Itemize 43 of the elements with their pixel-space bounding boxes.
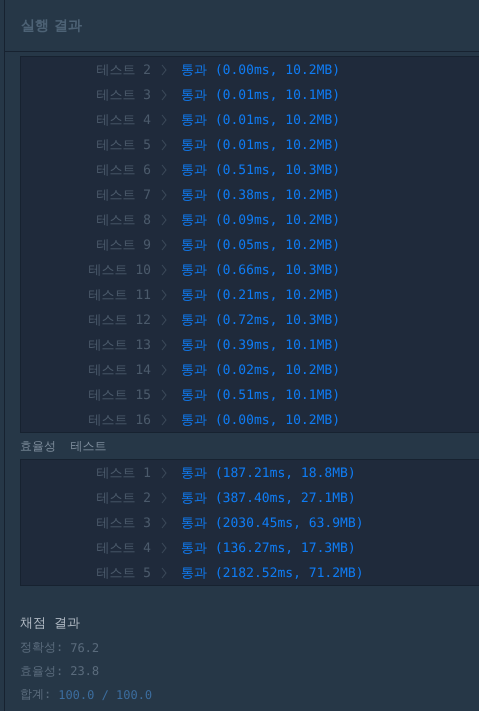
chevron-icon: [161, 138, 167, 150]
test-result: 통과 (0.01ms, 10.2MB): [181, 112, 340, 128]
test-result: 통과 (136.27ms, 17.3MB): [181, 540, 356, 556]
chevron-icon: [161, 88, 167, 100]
chevron-icon: [161, 264, 167, 276]
chevron-icon: [161, 492, 167, 504]
test-result: 통과 (0.00ms, 10.2MB): [181, 412, 340, 428]
test-result: 통과 (0.66ms, 10.3MB): [181, 262, 340, 278]
chevron-icon: [161, 64, 167, 76]
test-result: 통과 (0.39ms, 10.1MB): [181, 336, 340, 354]
chevron-icon: [161, 238, 167, 250]
test-result: 통과 (0.72ms, 10.3MB): [181, 312, 340, 328]
test-result: 통과 (0.51ms, 10.1MB): [181, 386, 340, 404]
test-result: 통과 (0.02ms, 10.2MB): [181, 362, 340, 378]
test-result: 통과 (0.09ms, 10.2MB): [181, 212, 340, 228]
test-result: 통과 (2030.45ms, 63.9MB): [181, 514, 364, 532]
test-result: 통과 (187.21ms, 18.8MB): [181, 464, 356, 482]
grading-title: 채점 결과: [20, 615, 81, 633]
test-result: 통과 (0.00ms, 10.2MB): [181, 62, 340, 78]
section-title: 효율성 테스트: [19, 438, 108, 454]
score-value: 100.0 / 100.0: [58, 688, 152, 702]
chevron-icon: [161, 188, 167, 200]
chevron-icon: [161, 164, 167, 176]
test-result: 통과 (0.38ms, 10.2MB): [181, 186, 340, 204]
test-result: 통과 (2182.52ms, 71.2MB): [181, 564, 364, 582]
chevron-icon: [161, 288, 167, 300]
chevron-icon: [161, 364, 167, 376]
chevron-icon: [161, 114, 167, 126]
chevron-icon: [161, 338, 167, 350]
chevron-icon: [161, 566, 167, 578]
chevron-icon: [161, 214, 167, 226]
test-result: 통과 (0.01ms, 10.2MB): [181, 136, 340, 154]
chevron-icon: [161, 388, 167, 400]
chevron-icon: [161, 314, 167, 326]
test-result: 통과 (0.05ms, 10.2MB): [181, 236, 340, 254]
test-result: 통과 (0.51ms, 10.3MB): [181, 162, 340, 178]
test-result: 통과 (387.40ms, 27.1MB): [181, 490, 356, 506]
chevron-icon: [161, 466, 167, 478]
chevron-icon: [161, 414, 167, 426]
chevron-icon: [161, 516, 167, 528]
test-result: 통과 (0.21ms, 10.2MB): [181, 286, 340, 304]
chevron-icon: [161, 542, 167, 554]
test-result: 통과 (0.01ms, 10.1MB): [181, 86, 340, 104]
